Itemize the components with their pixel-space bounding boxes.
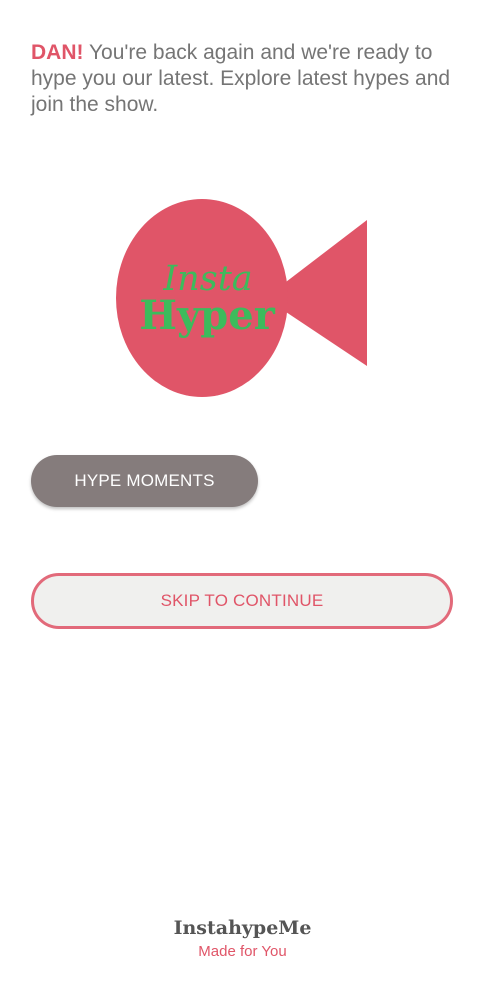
app-logo: Insta Hyper: [115, 198, 370, 400]
user-name: DAN!: [31, 41, 84, 64]
footer: InstahypeMe Made for You: [0, 915, 485, 963]
welcome-screen: DAN! You're back again and we're ready t…: [0, 0, 485, 989]
megaphone-logo-icon: Insta Hyper: [116, 199, 367, 397]
logo-text-hyper: Hyper: [139, 292, 275, 339]
tagline: Made for You: [198, 943, 287, 960]
welcome-message: DAN! You're back again and we're ready t…: [31, 40, 451, 118]
welcome-text: You're back again and we're ready to hyp…: [31, 41, 451, 116]
brand-name: InstahypeMe: [173, 917, 312, 939]
skip-to-continue-button[interactable]: SKIP TO CONTINUE: [31, 573, 453, 629]
hype-moments-button[interactable]: HYPE MOMENTS: [31, 455, 258, 507]
